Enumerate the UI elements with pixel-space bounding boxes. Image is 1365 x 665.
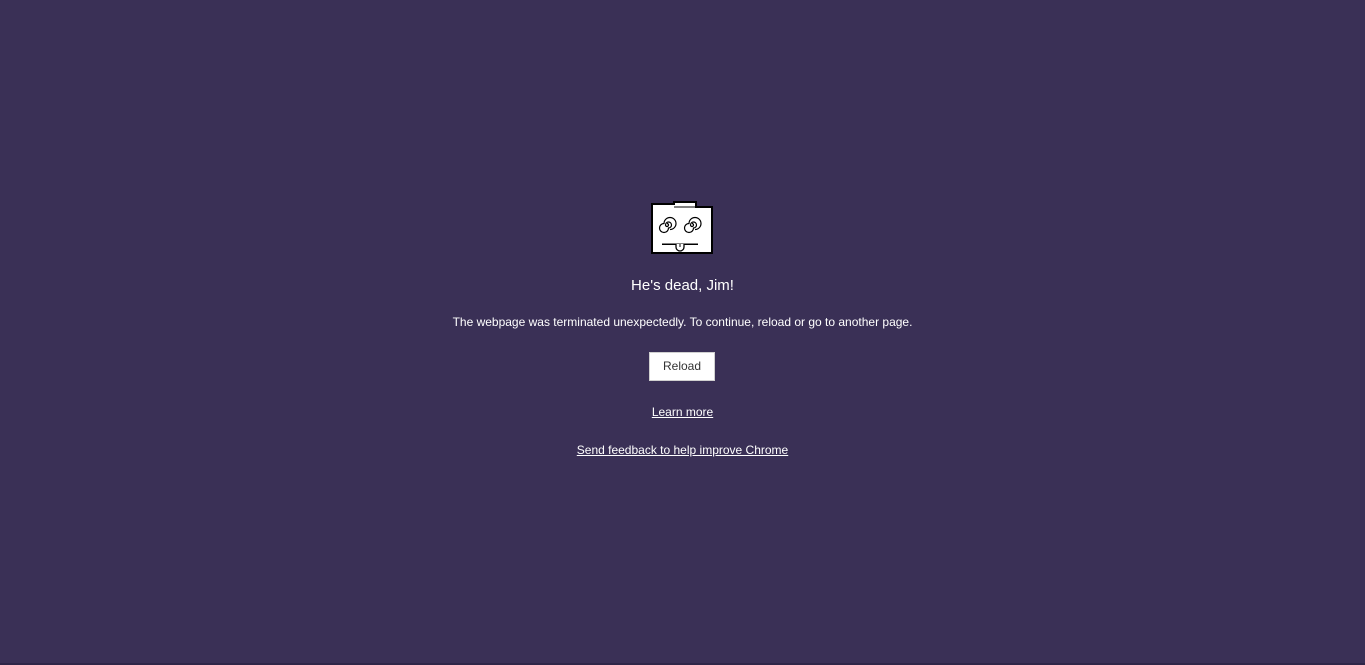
page-title: He's dead, Jim! (631, 277, 734, 294)
error-message: The webpage was terminated unexpectedly.… (452, 315, 913, 329)
learn-more-link[interactable]: Learn more (652, 405, 713, 419)
send-feedback-link[interactable]: Send feedback to help improve Chrome (577, 443, 788, 457)
learn-more-container: Learn more (0, 404, 1365, 421)
reload-button[interactable]: Reload (649, 352, 715, 381)
sad-tab-page: He's dead, Jim! The webpage was terminat… (0, 0, 1365, 665)
feedback-container: Send feedback to help improve Chrome (0, 442, 1365, 459)
sad-tab-icon (651, 201, 713, 254)
